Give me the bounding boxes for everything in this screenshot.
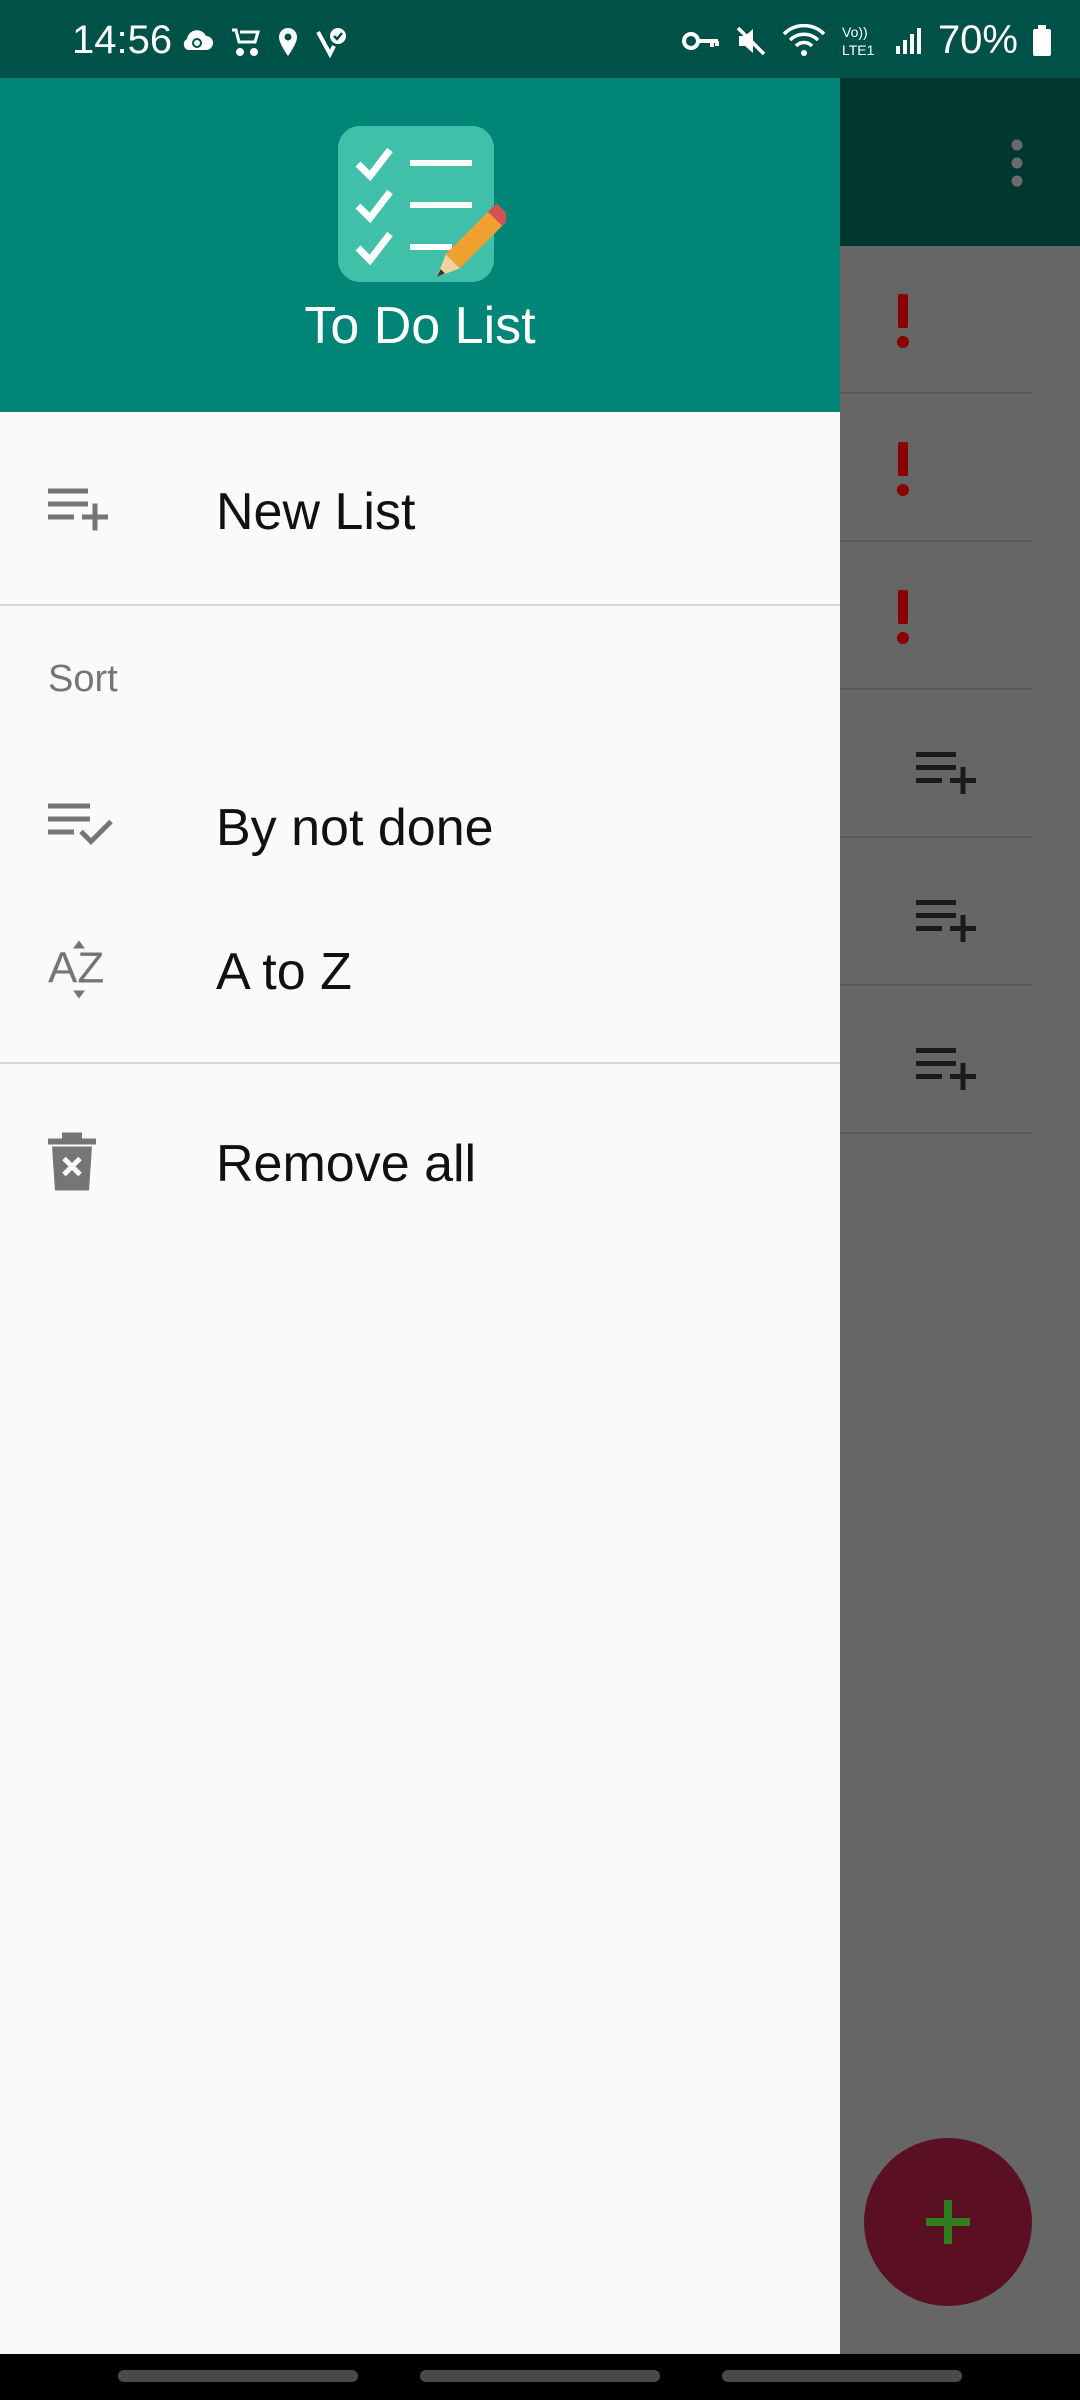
status-time: 14:56 bbox=[72, 18, 173, 62]
by-not-done-label: By not done bbox=[216, 799, 494, 857]
status-left-icons bbox=[180, 26, 348, 63]
remove-all-label: Remove all bbox=[216, 1135, 477, 1193]
status-bar: 14:56 Vo)) LTE1 70% bbox=[0, 0, 1080, 78]
battery-percent: 70% bbox=[937, 18, 1018, 62]
playlist-add-icon bbox=[916, 752, 978, 799]
sort-by-not-done-button[interactable]: By not done bbox=[0, 758, 840, 898]
list-item[interactable] bbox=[830, 394, 1032, 542]
playlist-add-icon bbox=[916, 1048, 978, 1095]
sort-section-title: Sort bbox=[48, 658, 118, 700]
nav-recents-button[interactable] bbox=[118, 2370, 358, 2382]
list-item[interactable] bbox=[830, 986, 1032, 1134]
sort-az-icon: AZ bbox=[48, 939, 110, 1006]
vpn-key-icon bbox=[681, 29, 720, 53]
playlist-check-icon bbox=[48, 803, 114, 853]
system-navigation-bar bbox=[0, 2354, 1080, 2400]
location-icon bbox=[276, 26, 300, 63]
status-right-icons: Vo)) LTE1 70% bbox=[681, 18, 1052, 63]
wifi-icon bbox=[782, 23, 826, 58]
signal-icon bbox=[894, 26, 924, 56]
new-list-button[interactable]: New List bbox=[0, 442, 840, 582]
battery-icon bbox=[1032, 24, 1052, 57]
svg-text:AZ: AZ bbox=[48, 944, 104, 993]
volte-icon: Vo)) LTE1 bbox=[840, 23, 880, 59]
cloud-sync-icon bbox=[180, 26, 214, 63]
list-item[interactable] bbox=[830, 838, 1032, 986]
divider bbox=[0, 1062, 840, 1064]
new-list-label: New List bbox=[216, 483, 416, 541]
app-title: To Do List bbox=[304, 297, 536, 355]
sort-a-to-z-button[interactable]: AZ A to Z bbox=[0, 902, 840, 1042]
stroller-icon bbox=[228, 26, 262, 63]
priority-exclamation-icon bbox=[892, 442, 914, 503]
playlist-add-icon bbox=[48, 488, 110, 536]
list-item[interactable] bbox=[830, 542, 1032, 690]
list-item[interactable] bbox=[830, 246, 1032, 394]
navigation-drawer: To Do List New List Sort By not done AZ … bbox=[0, 78, 840, 2354]
nav-home-button[interactable] bbox=[420, 2370, 660, 2382]
svg-text:Vo)): Vo)) bbox=[842, 24, 868, 40]
mute-icon bbox=[734, 24, 768, 58]
drawer-header: To Do List bbox=[0, 78, 840, 412]
app-logo-icon bbox=[336, 124, 511, 297]
svg-text:LTE1: LTE1 bbox=[842, 42, 875, 58]
nav-back-button[interactable] bbox=[722, 2370, 962, 2382]
playlist-add-icon bbox=[916, 900, 978, 947]
add-fab-button[interactable] bbox=[864, 2138, 1032, 2306]
a-to-z-label: A to Z bbox=[216, 943, 352, 1001]
list-item[interactable] bbox=[830, 690, 1032, 838]
priority-exclamation-icon bbox=[892, 294, 914, 355]
delete-icon bbox=[48, 1132, 96, 1196]
priority-exclamation-icon bbox=[892, 590, 914, 651]
verified-icon bbox=[314, 26, 348, 63]
divider bbox=[0, 604, 840, 606]
overflow-menu-icon[interactable] bbox=[1010, 138, 1024, 193]
remove-all-button[interactable]: Remove all bbox=[0, 1094, 840, 1234]
